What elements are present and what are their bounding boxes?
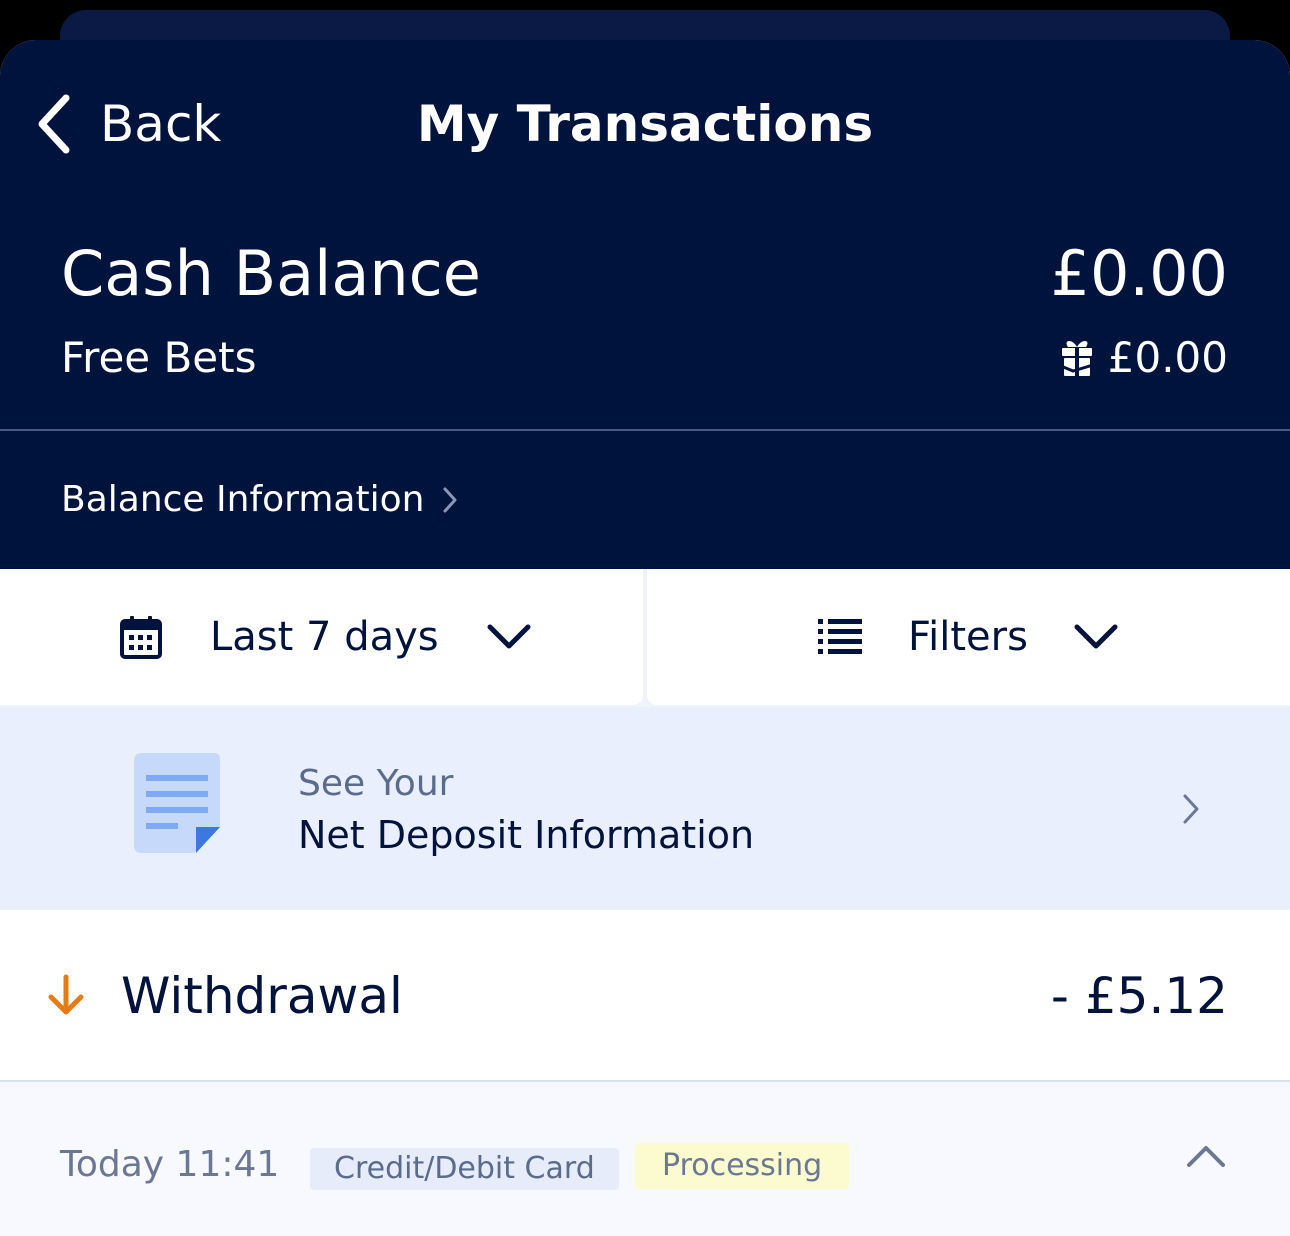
net-deposit-title: Net Deposit Information [298, 813, 755, 857]
chevron-down-icon [1074, 624, 1118, 649]
chevron-down-icon [487, 624, 531, 649]
filters-label: Filters [908, 614, 1028, 660]
free-bets-value: £0.00 [1107, 333, 1228, 382]
chevron-right-icon [443, 487, 457, 513]
balance-panel: Cash Balance £0.00 Free Bets £0.00 [0, 208, 1290, 429]
balance-info-panel: Balance Information [0, 431, 1290, 569]
free-bets-label: Free Bets [61, 333, 257, 382]
payment-method-badge: Credit/Debit Card [310, 1148, 619, 1190]
list-icon [818, 619, 862, 654]
date-range-dropdown[interactable]: Last 7 days [0, 569, 643, 705]
transaction-amount: - £5.12 [1050, 967, 1228, 1025]
calendar-icon [120, 616, 162, 659]
nav-bar: Back My Transactions [0, 40, 1290, 209]
balance-information-label: Balance Information [61, 479, 425, 520]
free-bets-value-group: £0.00 [1060, 333, 1228, 383]
transaction-row[interactable]: Withdrawal - £5.12 [0, 910, 1290, 1082]
net-deposit-subtitle: See Your [298, 763, 454, 804]
transaction-time: Today 11:41 [60, 1144, 280, 1185]
status-badge: Processing [635, 1143, 850, 1189]
screen: Back My Transactions Cash Balance £0.00 … [0, 0, 1290, 1236]
cash-balance-label: Cash Balance [61, 237, 481, 310]
cash-balance-value: £0.00 [1050, 237, 1229, 310]
net-deposit-banner[interactable]: See Your Net Deposit Information [0, 707, 1290, 910]
filters-dropdown[interactable]: Filters [647, 569, 1290, 705]
page-title: My Transactions [416, 95, 874, 153]
chevron-right-icon [1183, 794, 1199, 824]
gift-icon [1060, 340, 1094, 376]
transaction-type: Withdrawal [121, 967, 403, 1025]
arrow-down-icon [48, 974, 84, 1015]
date-range-label: Last 7 days [210, 614, 439, 660]
chevron-up-icon[interactable] [1186, 1144, 1226, 1168]
filter-bar: Last 7 days Filters [0, 569, 1290, 707]
transaction-details: Today 11:41 Credit/Debit Card Processing [0, 1082, 1290, 1236]
transactions-sheet: Back My Transactions Cash Balance £0.00 … [0, 40, 1290, 1236]
document-icon [134, 753, 220, 853]
balance-information-link[interactable]: Balance Information [61, 475, 458, 525]
